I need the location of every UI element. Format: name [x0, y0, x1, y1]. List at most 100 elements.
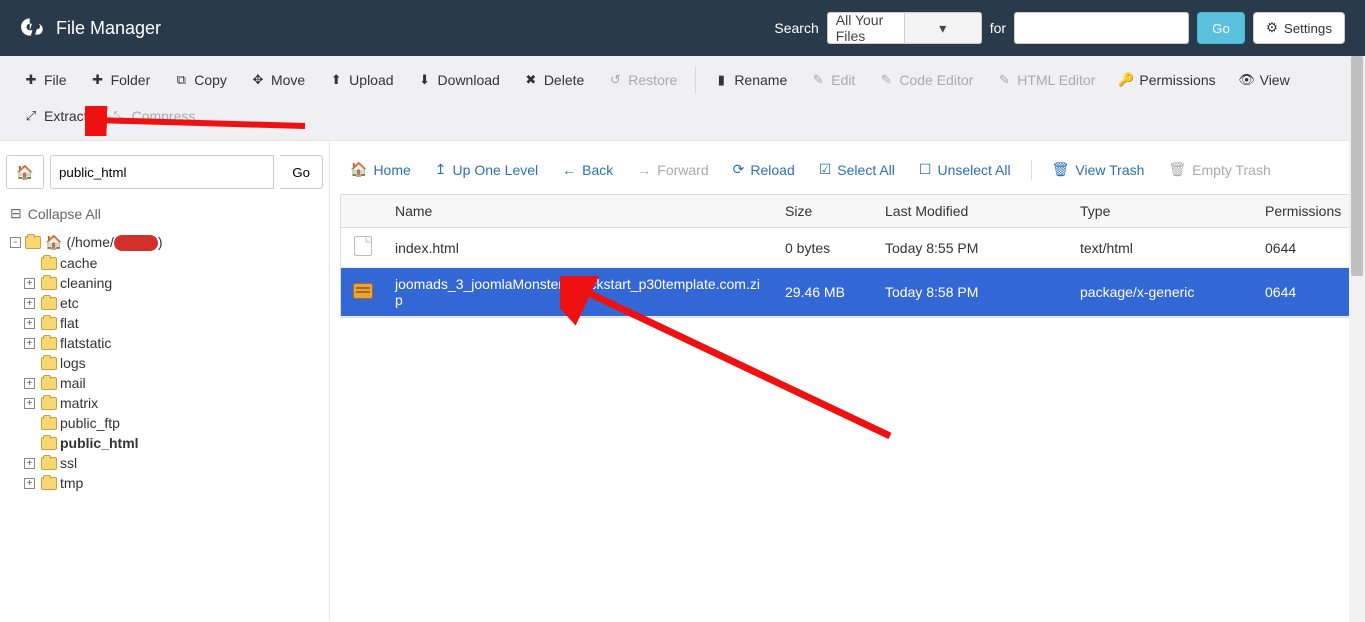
expand-toggle[interactable]: +	[24, 478, 35, 489]
tree-item-public_html[interactable]: public_html	[24, 433, 323, 453]
html-editor-button[interactable]: ✎HTML Editor	[985, 64, 1107, 96]
file-modified: Today 8:58 PM	[875, 276, 1070, 308]
file-size: 29.46 MB	[775, 276, 875, 308]
tree-item-ssl[interactable]: +ssl	[24, 453, 323, 473]
expand-toggle[interactable]: +	[24, 338, 35, 349]
separator	[695, 66, 696, 94]
folder-icon	[41, 277, 57, 290]
home-button[interactable]: 🏠	[6, 155, 44, 189]
header: File Manager Search All Your Files ▾ for…	[0, 0, 1365, 56]
file-table: Name Size Last Modified Type Permissions…	[340, 194, 1355, 318]
expand-toggle[interactable]: +	[24, 458, 35, 469]
col-size[interactable]: Size	[775, 195, 875, 227]
folder-label: cache	[60, 255, 97, 271]
tree-item-etc[interactable]: +etc	[24, 293, 323, 313]
up-one-level-button[interactable]: ↥Up One Level	[425, 157, 548, 182]
restore-button[interactable]: ↺Restore	[596, 64, 689, 96]
file-button[interactable]: ✚File	[12, 64, 79, 96]
download-button[interactable]: ⬇Download	[406, 64, 512, 96]
delete-icon: ✖	[524, 73, 538, 87]
compress-icon: ⤡	[112, 109, 126, 123]
home-icon: 🏠	[45, 234, 62, 251]
header-right: Search All Your Files ▾ for Go ⚙ Setting…	[774, 12, 1345, 44]
expand-toggle[interactable]: +	[24, 278, 35, 289]
search-scope-select[interactable]: All Your Files ▾	[827, 12, 982, 44]
tree-item-cleaning[interactable]: + cleaning	[24, 273, 323, 293]
path-go-button[interactable]: Go	[280, 155, 323, 189]
folder-label: flatstatic	[60, 335, 111, 351]
up-arrow-icon: ↥	[435, 161, 447, 178]
expand-toggle[interactable]: +	[24, 378, 35, 389]
html-file-icon	[354, 236, 372, 256]
table-row[interactable]: joomads_3_joomlaMonster_quickstart_p30te…	[341, 268, 1354, 317]
tree-item-logs[interactable]: logs	[24, 353, 323, 373]
unselect-all-button[interactable]: ☐Unselect All	[909, 157, 1021, 182]
search-go-button[interactable]: Go	[1197, 12, 1245, 44]
code-icon: ✎	[879, 73, 893, 87]
scrollbar-thumb[interactable]	[1351, 56, 1363, 276]
tree-item-cache[interactable]: cache	[24, 253, 323, 273]
header-logo: File Manager	[20, 14, 161, 43]
plus-icon: ✚	[24, 73, 38, 87]
scrollbar[interactable]	[1349, 56, 1365, 622]
expand-toggle[interactable]: +	[24, 298, 35, 309]
folder-button[interactable]: ✚Folder	[79, 64, 163, 96]
expand-toggle[interactable]: +	[24, 398, 35, 409]
code-editor-button[interactable]: ✎Code Editor	[867, 64, 985, 96]
table-row[interactable]: index.html0 bytesToday 8:55 PMtext/html0…	[341, 228, 1354, 268]
tree-item-matrix[interactable]: +matrix	[24, 393, 323, 413]
file-type: package/x-generic	[1070, 276, 1255, 308]
delete-button[interactable]: ✖Delete	[512, 64, 596, 96]
folder-icon	[41, 357, 57, 370]
root-label: (/home/)	[66, 234, 162, 251]
for-label: for	[990, 20, 1006, 36]
view-trash-button[interactable]: 🗑View Trash	[1042, 157, 1155, 182]
folder-label: cleaning	[60, 275, 112, 291]
toolbar: ✚File ✚Folder ⧉Copy ✥Move ⬆Upload ⬇Downl…	[0, 56, 1365, 141]
extract-button[interactable]: ⤢Extract	[12, 100, 100, 132]
upload-button[interactable]: ⬆Upload	[317, 64, 405, 96]
select-all-button[interactable]: ☑Select All	[809, 157, 905, 182]
tree-item-tmp[interactable]: +tmp	[24, 473, 323, 493]
collapse-all-button[interactable]: ⊟ Collapse All	[6, 199, 323, 232]
tree-root[interactable]: - 🏠 (/home/)	[10, 232, 323, 253]
view-button[interactable]: 👁View	[1228, 64, 1302, 96]
search-input[interactable]	[1014, 12, 1189, 44]
back-button[interactable]: ←Back	[552, 158, 623, 182]
copy-button[interactable]: ⧉Copy	[162, 64, 239, 96]
col-type[interactable]: Type	[1070, 195, 1255, 227]
expand-toggle[interactable]: +	[24, 318, 35, 329]
settings-button[interactable]: ⚙ Settings	[1253, 12, 1345, 44]
reload-button[interactable]: ⟳Reload	[723, 157, 805, 182]
plus-icon: ✚	[91, 73, 105, 87]
actionbar: 🏠Home ↥Up One Level ←Back →Forward ⟳Relo…	[340, 151, 1355, 194]
edit-button[interactable]: ✎Edit	[799, 64, 867, 96]
tree-item-mail[interactable]: +mail	[24, 373, 323, 393]
tree-item-flat[interactable]: +flat	[24, 313, 323, 333]
reload-icon: ⟳	[733, 161, 745, 178]
compress-button[interactable]: ⤡Compress	[100, 100, 208, 132]
empty-trash-button[interactable]: 🗑Empty Trash	[1158, 157, 1280, 182]
col-permissions[interactable]: Permissions	[1255, 195, 1354, 227]
home-icon: 🏠	[16, 164, 33, 181]
col-last-modified[interactable]: Last Modified	[875, 195, 1070, 227]
rename-button[interactable]: ▮Rename	[702, 64, 799, 96]
folder-icon	[41, 397, 57, 410]
home-icon: 🏠	[350, 161, 367, 178]
settings-label: Settings	[1284, 21, 1332, 36]
rename-icon: ▮	[714, 73, 728, 87]
forward-button[interactable]: →Forward	[627, 158, 718, 182]
expand-toggle[interactable]: -	[10, 237, 21, 248]
tree-item-public_ftp[interactable]: public_ftp	[24, 413, 323, 433]
app-title: File Manager	[56, 18, 161, 39]
permissions-button[interactable]: 🔑Permissions	[1107, 64, 1227, 96]
folder-icon	[41, 437, 57, 450]
home-link[interactable]: 🏠Home	[340, 157, 421, 182]
chevron-down-icon[interactable]: ▾	[904, 13, 981, 43]
folder-icon	[41, 317, 57, 330]
folder-icon	[25, 236, 41, 249]
move-button[interactable]: ✥Move	[239, 64, 317, 96]
col-name[interactable]: Name	[385, 195, 775, 227]
path-input[interactable]	[50, 155, 274, 189]
tree-item-flatstatic[interactable]: + flatstatic	[24, 333, 323, 353]
